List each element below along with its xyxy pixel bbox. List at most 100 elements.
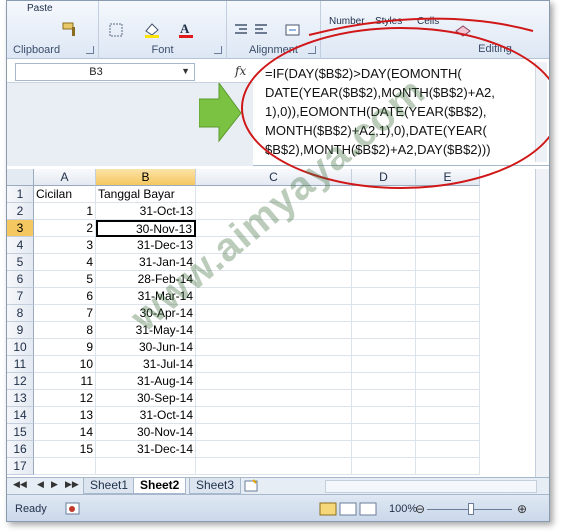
- cell-b6[interactable]: 28-Feb-14: [96, 271, 196, 288]
- insert-sheet-icon[interactable]: [243, 479, 261, 493]
- cell-e10[interactable]: [416, 339, 480, 356]
- alignment-launcher-icon[interactable]: [308, 46, 316, 54]
- cell-d1[interactable]: [352, 186, 416, 203]
- cell-a15[interactable]: 14: [34, 424, 96, 441]
- cell-e15[interactable]: [416, 424, 480, 441]
- cell-a17[interactable]: [34, 458, 96, 475]
- first-sheet-icon[interactable]: ◀◀: [13, 479, 27, 490]
- cell-d11[interactable]: [352, 356, 416, 373]
- cell-b10[interactable]: 30-Jun-14: [96, 339, 196, 356]
- cell-d13[interactable]: [352, 390, 416, 407]
- cell-c7[interactable]: [196, 288, 352, 305]
- cell-d16[interactable]: [352, 441, 416, 458]
- row-header-13[interactable]: 13: [7, 390, 34, 407]
- cell-e9[interactable]: [416, 322, 480, 339]
- vertical-scrollbar[interactable]: [535, 169, 549, 477]
- cell-e8[interactable]: [416, 305, 480, 322]
- cell-e7[interactable]: [416, 288, 480, 305]
- cell-e5[interactable]: [416, 254, 480, 271]
- name-box[interactable]: B3 ▼: [15, 63, 195, 81]
- font-color-icon[interactable]: A: [177, 21, 197, 39]
- cell-c1[interactable]: [196, 186, 352, 203]
- cell-d17[interactable]: [352, 458, 416, 475]
- column-header-b[interactable]: B: [96, 169, 196, 186]
- cell-c17[interactable]: [196, 458, 352, 475]
- cell-a13[interactable]: 12: [34, 390, 96, 407]
- cell-d15[interactable]: [352, 424, 416, 441]
- cell-d5[interactable]: [352, 254, 416, 271]
- row-header-4[interactable]: 4: [7, 237, 34, 254]
- format-painter-icon[interactable]: [61, 21, 81, 37]
- row-header-12[interactable]: 12: [7, 373, 34, 390]
- cell-e3[interactable]: [416, 220, 480, 237]
- row-header-8[interactable]: 8: [7, 305, 34, 322]
- cell-a1[interactable]: Cicilan: [34, 186, 96, 203]
- row-header-5[interactable]: 5: [7, 254, 34, 271]
- cell-b5[interactable]: 31-Jan-14: [96, 254, 196, 271]
- column-header-d[interactable]: D: [352, 169, 416, 186]
- row-header-10[interactable]: 10: [7, 339, 34, 356]
- row-header-3[interactable]: 3: [7, 220, 34, 237]
- font-launcher-icon[interactable]: [214, 46, 222, 54]
- zoom-out-icon[interactable]: ⊖: [415, 502, 425, 516]
- cell-a6[interactable]: 5: [34, 271, 96, 288]
- cell-e4[interactable]: [416, 237, 480, 254]
- cell-d6[interactable]: [352, 271, 416, 288]
- cell-b15[interactable]: 30-Nov-14: [96, 424, 196, 441]
- cell-c2[interactable]: [196, 203, 352, 220]
- formula-text[interactable]: =IF(DAY($B$2)>DAY(EOMONTH( DATE(YEAR($B$…: [265, 64, 527, 159]
- cell-b8[interactable]: 30-Apr-14: [96, 305, 196, 322]
- column-header-e[interactable]: E: [416, 169, 480, 186]
- cell-d10[interactable]: [352, 339, 416, 356]
- row-header-16[interactable]: 16: [7, 441, 34, 458]
- cell-b3[interactable]: 30-Nov-13: [96, 220, 196, 237]
- row-header-9[interactable]: 9: [7, 322, 34, 339]
- cell-c16[interactable]: [196, 441, 352, 458]
- tab-sheet2[interactable]: Sheet2: [133, 478, 187, 494]
- cell-c3[interactable]: [196, 220, 352, 237]
- column-header-a[interactable]: A: [34, 169, 96, 186]
- row-header-15[interactable]: 15: [7, 424, 34, 441]
- row-header-2[interactable]: 2: [7, 203, 34, 220]
- row-header-17[interactable]: 17: [7, 458, 34, 475]
- zoom-slider-thumb[interactable]: [468, 503, 474, 515]
- cell-a2[interactable]: 1: [34, 203, 96, 220]
- clipboard-launcher-icon[interactable]: [86, 46, 94, 54]
- paste-button-label[interactable]: Paste: [27, 3, 53, 14]
- cell-e16[interactable]: [416, 441, 480, 458]
- row-header-7[interactable]: 7: [7, 288, 34, 305]
- macro-record-icon[interactable]: [65, 502, 81, 516]
- cell-a9[interactable]: 8: [34, 322, 96, 339]
- zoom-level[interactable]: 100%: [389, 503, 417, 515]
- cell-e11[interactable]: [416, 356, 480, 373]
- cell-a8[interactable]: 7: [34, 305, 96, 322]
- select-all-corner[interactable]: [7, 169, 34, 186]
- cell-c15[interactable]: [196, 424, 352, 441]
- cell-c13[interactable]: [196, 390, 352, 407]
- cell-d3[interactable]: [352, 220, 416, 237]
- cell-b9[interactable]: 31-May-14: [96, 322, 196, 339]
- row-header-1[interactable]: 1: [7, 186, 34, 203]
- cell-c9[interactable]: [196, 322, 352, 339]
- cell-a16[interactable]: 15: [34, 441, 96, 458]
- row-header-6[interactable]: 6: [7, 271, 34, 288]
- cell-e2[interactable]: [416, 203, 480, 220]
- cell-b16[interactable]: 31-Dec-14: [96, 441, 196, 458]
- cell-d12[interactable]: [352, 373, 416, 390]
- fill-color-icon[interactable]: [143, 21, 163, 39]
- cell-a5[interactable]: 4: [34, 254, 96, 271]
- cell-b7[interactable]: 31-Mar-14: [96, 288, 196, 305]
- cell-a10[interactable]: 9: [34, 339, 96, 356]
- cell-c5[interactable]: [196, 254, 352, 271]
- horizontal-scrollbar[interactable]: [325, 480, 537, 493]
- chevron-down-icon[interactable]: ▼: [181, 66, 190, 76]
- cell-e13[interactable]: [416, 390, 480, 407]
- cell-d4[interactable]: [352, 237, 416, 254]
- formula-bar-scrollbar[interactable]: [535, 62, 547, 162]
- prev-sheet-icon[interactable]: ◀: [37, 479, 44, 490]
- next-sheet-icon[interactable]: ▶: [51, 479, 58, 490]
- insert-function-icon[interactable]: fx: [235, 64, 246, 78]
- cell-c10[interactable]: [196, 339, 352, 356]
- last-sheet-icon[interactable]: ▶▶: [65, 479, 79, 490]
- tab-sheet3[interactable]: Sheet3: [189, 478, 242, 494]
